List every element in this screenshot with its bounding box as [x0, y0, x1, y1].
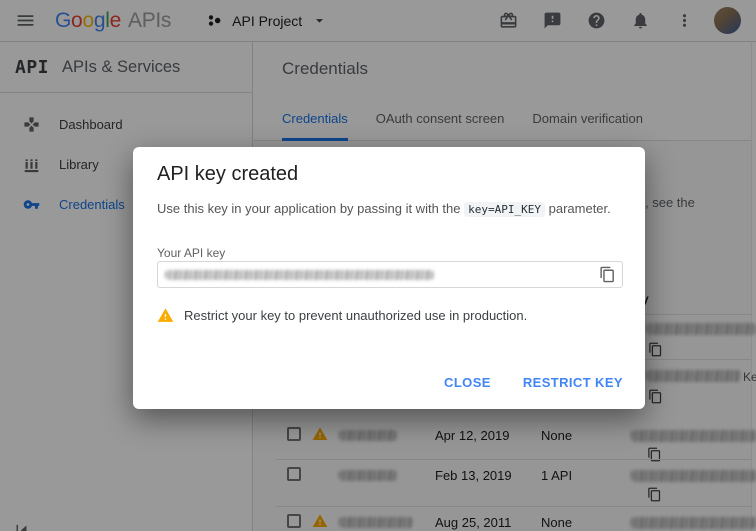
api-key-param-code: key=API_KEY: [464, 202, 545, 217]
dialog-actions: CLOSE RESTRICT KEY: [420, 366, 631, 399]
dialog-body: Use this key in your application by pass…: [157, 201, 625, 216]
google-apis-console-screen: Google APIs API Project API APIs & Servi…: [0, 0, 756, 531]
dialog-title: API key created: [157, 163, 298, 186]
body-text-suffix: parameter.: [549, 201, 611, 216]
api-key-field-label: Your API key: [157, 246, 225, 260]
api-key-created-dialog: API key created Use this key in your app…: [133, 147, 645, 409]
body-text-prefix: Use this key in your application by pass…: [157, 201, 461, 216]
restrict-warning: Restrict your key to prevent unauthorize…: [157, 307, 527, 324]
copy-api-key-icon[interactable]: [599, 266, 616, 283]
warning-text: Restrict your key to prevent unauthorize…: [184, 308, 527, 323]
api-key-input[interactable]: [157, 261, 623, 288]
restrict-key-button[interactable]: RESTRICT KEY: [515, 366, 631, 399]
warning-icon: [157, 307, 174, 324]
close-button[interactable]: CLOSE: [436, 366, 499, 399]
redacted-api-key: [165, 270, 434, 280]
